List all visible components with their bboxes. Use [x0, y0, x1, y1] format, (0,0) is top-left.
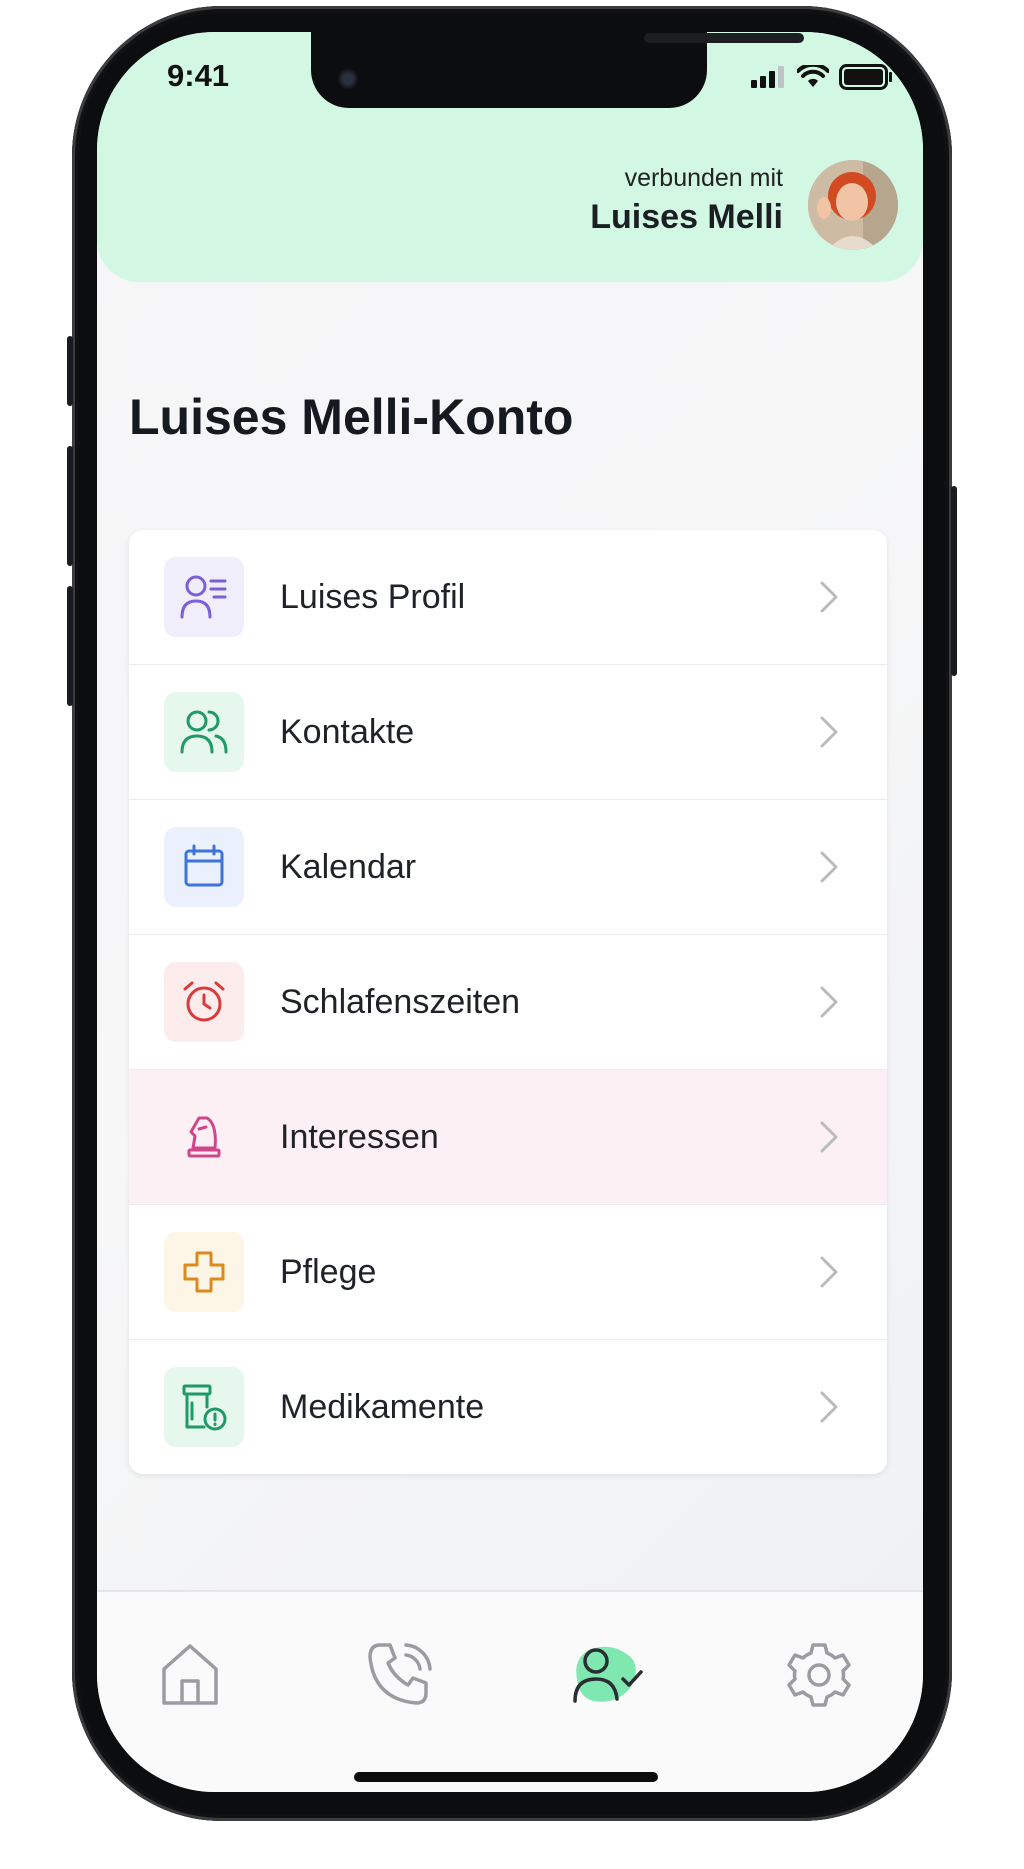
tab-home[interactable]	[145, 1630, 235, 1720]
front-camera	[337, 68, 359, 90]
alarm-clock-icon	[183, 981, 225, 1022]
chess-knight-icon	[187, 1116, 221, 1158]
mute-switch	[67, 336, 73, 406]
menu-item-label: Schlafenszeiten	[280, 982, 521, 1021]
calendar-icon	[184, 844, 224, 887]
menu-icon-box	[164, 557, 244, 637]
profile-list-icon	[180, 575, 227, 619]
cross-plus-icon	[183, 1251, 225, 1293]
battery-icon	[839, 64, 892, 90]
chevron-right-icon	[820, 986, 838, 1018]
volume-up-button	[67, 446, 73, 566]
connected-label: verbunden mit	[624, 164, 783, 192]
menu-icon-box	[164, 1232, 244, 1312]
menu-icon-box	[164, 962, 244, 1042]
medication-icon	[182, 1384, 227, 1431]
power-button	[951, 486, 957, 676]
chevron-right-icon	[820, 851, 838, 883]
chevron-right-icon	[820, 716, 838, 748]
menu-item-schlafenszeiten[interactable]: Schlafenszeiten	[129, 935, 887, 1070]
home-indicator[interactable]	[354, 1772, 658, 1782]
menu-item-kontakte[interactable]: Kontakte	[129, 665, 887, 800]
menu-item-pflege[interactable]: Pflege	[129, 1205, 887, 1340]
gear-icon	[787, 1643, 851, 1707]
menu-item-medikamente[interactable]: Medikamente	[129, 1340, 887, 1474]
menu-icon-box	[164, 1097, 244, 1177]
signal-icon	[751, 66, 784, 88]
menu-icon-box	[164, 827, 244, 907]
status-icons	[751, 62, 893, 92]
avatar[interactable]	[808, 160, 898, 250]
home-icon	[162, 1644, 218, 1705]
chevron-right-icon	[820, 1391, 838, 1423]
connected-name: Luises Melli	[590, 198, 783, 236]
menu-item-label: Interessen	[280, 1117, 439, 1156]
menu-item-label: Luises Profil	[280, 577, 466, 616]
menu-item-profil[interactable]: Luises Profil	[129, 530, 887, 665]
chevron-right-icon	[820, 581, 838, 613]
chevron-right-icon	[820, 1121, 838, 1153]
menu-icon-box	[164, 692, 244, 772]
chevron-right-icon	[820, 1256, 838, 1288]
menu-item-label: Kontakte	[280, 712, 415, 751]
contacts-icon	[180, 710, 228, 754]
menu-item-label: Medikamente	[280, 1387, 485, 1426]
tab-bar	[97, 1590, 923, 1792]
phone-icon	[368, 1643, 432, 1705]
earpiece-speaker	[644, 33, 804, 43]
app-screen: 9:41 verbunden mit Luises Melli Luises M…	[97, 32, 923, 1792]
avatar-photo-icon	[808, 160, 898, 250]
menu-icon-box	[164, 1367, 244, 1447]
tab-account[interactable]	[565, 1630, 655, 1720]
volume-down-button	[67, 586, 73, 706]
tab-calls[interactable]	[355, 1630, 445, 1720]
page-title: Luises Melli-Konto	[129, 389, 574, 445]
wifi-icon	[797, 65, 829, 87]
account-menu: Luises Profil Kontakte Kalendar Schlafen…	[129, 530, 887, 1474]
menu-item-kalendar[interactable]: Kalendar	[129, 800, 887, 935]
user-check-icon	[573, 1646, 643, 1703]
status-time: 9:41	[167, 58, 230, 93]
menu-item-interessen[interactable]: Interessen	[129, 1070, 887, 1205]
menu-item-label: Pflege	[280, 1252, 377, 1291]
tab-settings[interactable]	[774, 1630, 864, 1720]
notch	[311, 32, 804, 108]
menu-item-label: Kalendar	[280, 847, 417, 886]
